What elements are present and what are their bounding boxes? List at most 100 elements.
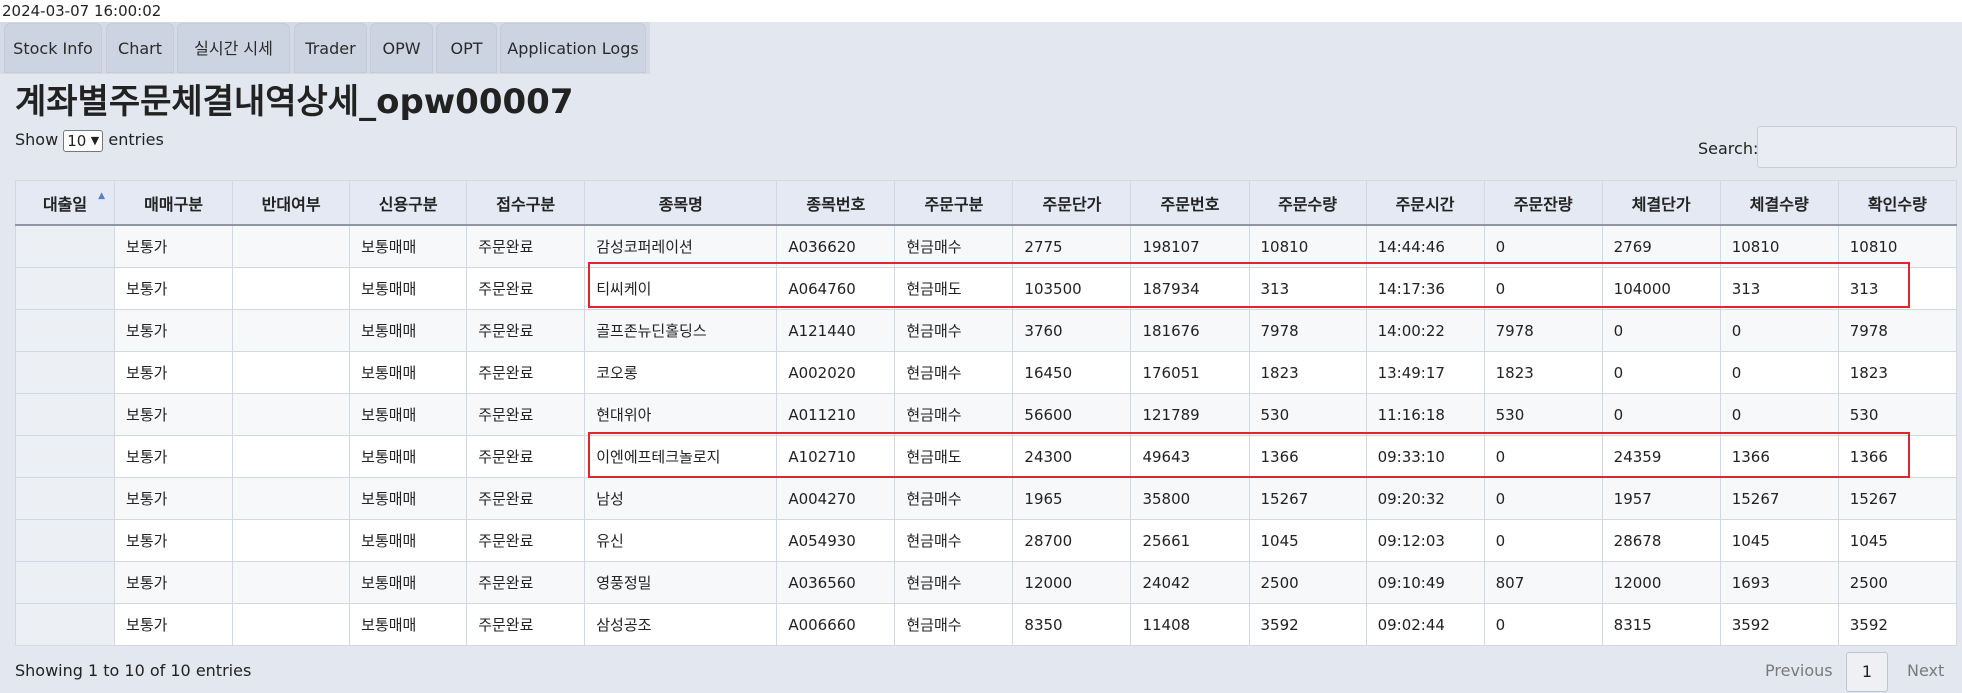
- table-row[interactable]: 보통가 보통매매 주문완료 이엔에프테크놀로지 A102710 현금매도 24300 4964…: [14, 435, 1958, 478]
- table-cell: 0: [1719, 351, 1839, 394]
- column-header[interactable]: 매매구분: [114, 180, 234, 226]
- table-row[interactable]: 보통가 보통매매 주문완료 유신 A054930 현금매수 28700 25661 1045 09…: [14, 519, 1958, 562]
- table-cell: 2769: [1601, 224, 1721, 268]
- next-page-button[interactable]: Next: [1907, 660, 1944, 682]
- previous-page-button[interactable]: Previous: [1765, 660, 1833, 682]
- tab-trader[interactable]: Trader: [294, 23, 367, 73]
- table-cell: 09:20:32: [1365, 477, 1485, 520]
- table-cell: 현금매수: [894, 224, 1014, 268]
- table-cell: 530: [1248, 393, 1367, 436]
- table-info: Showing 1 to 10 of 10 entries: [15, 661, 252, 680]
- table-cell: 0: [1483, 477, 1603, 520]
- table-cell: 보통가: [114, 519, 234, 562]
- table-cell: 1045: [1719, 519, 1839, 562]
- column-header[interactable]: 확인수량: [1837, 180, 1958, 226]
- table-cell: 56600: [1012, 393, 1132, 436]
- tab-opw[interactable]: OPW: [370, 23, 433, 73]
- table-cell: 보통가: [114, 309, 234, 352]
- table-cell: 영풍정밀: [584, 561, 778, 604]
- table-cell: 보통매매: [349, 477, 468, 520]
- table-cell: 주문완료: [466, 519, 586, 562]
- chevron-down-icon: ▼: [90, 133, 100, 147]
- table-row[interactable]: 보통가 보통매매 주문완료 영풍정밀 A036560 현금매수 12000 24042 2500…: [14, 561, 1958, 604]
- column-header[interactable]: 신용구분: [349, 180, 468, 226]
- table-cell: 3592: [1837, 603, 1958, 646]
- page-1-button[interactable]: 1: [1846, 652, 1888, 692]
- column-header[interactable]: 체결수량: [1719, 180, 1839, 226]
- table-cell: 7978: [1248, 309, 1367, 352]
- table-row[interactable]: 보통가 보통매매 주문완료 현대위아 A011210 현금매수 56600 121789 530…: [14, 393, 1958, 436]
- column-header[interactable]: 반대여부: [232, 180, 351, 226]
- table-cell: 530: [1837, 393, 1958, 436]
- table-cell: [232, 435, 351, 478]
- table-row[interactable]: 보통가 보통매매 주문완료 티씨케이 A064760 현금매도 103500 187934 31…: [14, 267, 1958, 310]
- table-cell: 11:16:18: [1365, 393, 1485, 436]
- tab-chart[interactable]: Chart: [106, 23, 174, 73]
- entries-select[interactable]: 10 ▼: [63, 129, 104, 152]
- table-row[interactable]: 보통가 보통매매 주문완료 감성코퍼레이션 A036620 현금매수 2775 198107 1…: [14, 224, 1958, 268]
- table-cell: 09:10:49: [1365, 561, 1485, 604]
- table-cell: 현금매수: [894, 561, 1014, 604]
- table-cell: 남성: [584, 477, 778, 520]
- table-cell: 현금매도: [894, 267, 1014, 310]
- table-cell: A054930: [776, 519, 896, 562]
- table-cell: 보통매매: [349, 267, 468, 310]
- table-cell: [14, 393, 116, 436]
- orders-table: 대출일 ▲ 매매구분 반대여부 신용구분 접수구분 종목명 종목번호 주문구분 주…: [14, 180, 1958, 646]
- column-header[interactable]: 주문번호: [1130, 180, 1250, 226]
- table-cell: 보통가: [114, 603, 234, 646]
- column-header[interactable]: 종목명: [584, 180, 778, 226]
- table-cell: 현금매수: [894, 309, 1014, 352]
- table-cell: 187934: [1130, 267, 1250, 310]
- table-cell: 313: [1248, 267, 1367, 310]
- table-cell: 15267: [1719, 477, 1839, 520]
- table-cell: 이엔에프테크놀로지: [584, 435, 778, 478]
- table-cell: 0: [1601, 309, 1721, 352]
- column-header[interactable]: 대출일 ▲: [14, 180, 116, 226]
- table-cell: 현금매수: [894, 519, 1014, 562]
- table-row[interactable]: 보통가 보통매매 주문완료 삼성공조 A006660 현금매수 8350 11408 3592 0…: [14, 603, 1958, 646]
- table-cell: 1693: [1719, 561, 1839, 604]
- search-input[interactable]: [1757, 126, 1957, 168]
- table-cell: 주문완료: [466, 351, 586, 394]
- table-row[interactable]: 보통가 보통매매 주문완료 남성 A004270 현금매수 1965 35800 15267 09…: [14, 477, 1958, 520]
- tab-application-logs[interactable]: Application Logs: [500, 23, 646, 73]
- column-header[interactable]: 접수구분: [466, 180, 586, 226]
- table-cell: 보통가: [114, 267, 234, 310]
- table-row[interactable]: 보통가 보통매매 주문완료 코오롱 A002020 현금매수 16450 176051 1823…: [14, 351, 1958, 394]
- table-cell: 35800: [1130, 477, 1250, 520]
- table-cell: 24042: [1130, 561, 1250, 604]
- tab-opt[interactable]: OPT: [436, 23, 497, 73]
- column-header[interactable]: 체결단가: [1601, 180, 1721, 226]
- table-cell: 8315: [1601, 603, 1721, 646]
- table-cell: [232, 393, 351, 436]
- table-cell: A064760: [776, 267, 896, 310]
- table-cell: 감성코퍼레이션: [584, 224, 778, 268]
- table-cell: 보통가: [114, 393, 234, 436]
- tab-realtime-quotes[interactable]: 실시간 시세: [177, 23, 290, 73]
- table-cell: [14, 435, 116, 478]
- table-cell: 3760: [1012, 309, 1132, 352]
- table-cell: 골프존뉴딘홀딩스: [584, 309, 778, 352]
- table-cell: 3592: [1248, 603, 1367, 646]
- column-header[interactable]: 주문시간: [1365, 180, 1485, 226]
- table-cell: [14, 603, 116, 646]
- table-cell: 530: [1483, 393, 1603, 436]
- table-cell: [14, 561, 116, 604]
- table-cell: A121440: [776, 309, 896, 352]
- table-cell: 0: [1483, 435, 1603, 478]
- table-cell: 보통가: [114, 351, 234, 394]
- table-cell: 7978: [1837, 309, 1958, 352]
- column-header[interactable]: 종목번호: [776, 180, 896, 226]
- table-row[interactable]: 보통가 보통매매 주문완료 골프존뉴딘홀딩스 A121440 현금매수 3760 181676…: [14, 309, 1958, 352]
- column-header[interactable]: 주문잔량: [1483, 180, 1603, 226]
- table-cell: [232, 267, 351, 310]
- table-cell: 2775: [1012, 224, 1132, 268]
- table-cell: 현금매도: [894, 435, 1014, 478]
- table-cell: 1366: [1719, 435, 1839, 478]
- table-cell: [232, 351, 351, 394]
- column-header[interactable]: 주문수량: [1248, 180, 1367, 226]
- tab-stock-info[interactable]: Stock Info: [4, 23, 102, 73]
- column-header[interactable]: 주문단가: [1012, 180, 1132, 226]
- column-header[interactable]: 주문구분: [894, 180, 1014, 226]
